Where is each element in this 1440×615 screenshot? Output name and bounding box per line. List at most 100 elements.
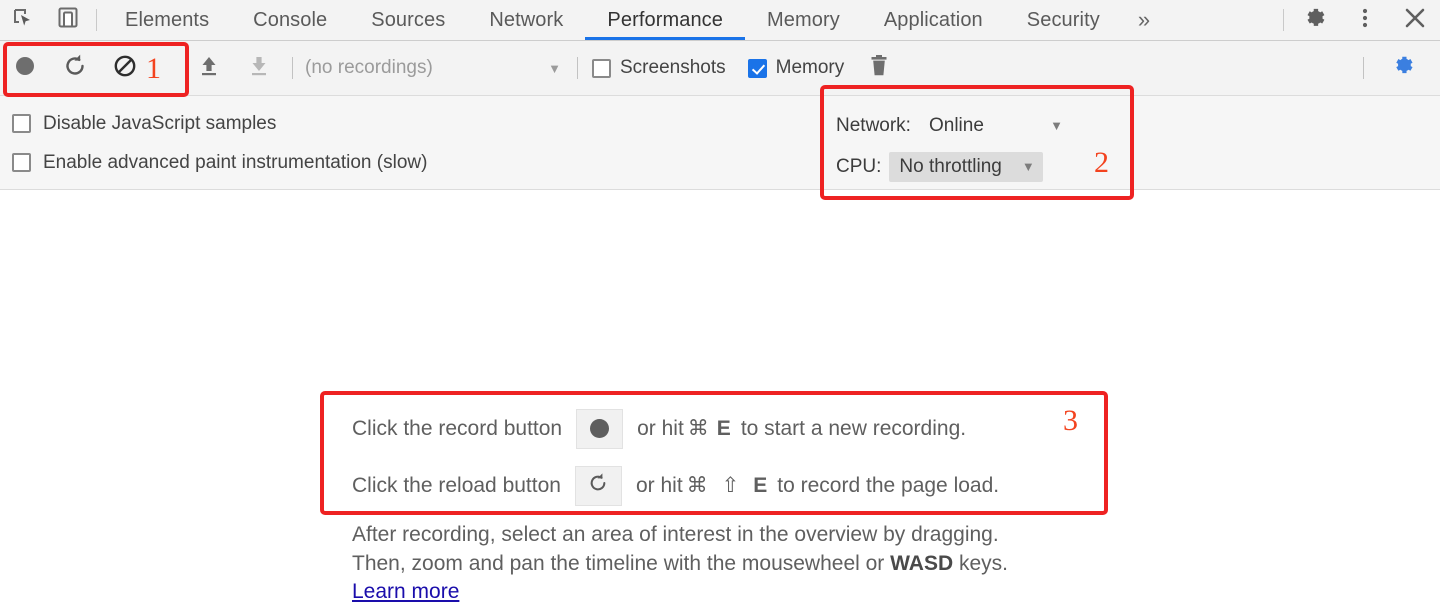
record-circle-icon [12, 53, 38, 84]
devtools-performance-panel: Elements Console Sources Network Perform… [0, 0, 1440, 615]
trash-icon [868, 54, 890, 83]
command-key-glyph: ⌘ [688, 416, 709, 441]
screenshots-checkbox[interactable] [592, 59, 611, 78]
save-profile-button[interactable] [234, 41, 284, 96]
tab-label: Console [253, 9, 327, 32]
disable-js-samples-checkbox[interactable] [12, 114, 31, 133]
recording-tips: After recording, select an area of inter… [352, 520, 1112, 604]
network-throttling-select[interactable]: Online ▼ [919, 111, 1071, 141]
tab-label: Memory [767, 9, 840, 32]
tab-label: Sources [371, 9, 445, 32]
capture-settings-pane: Disable JavaScript samples Enable advanc… [0, 96, 1440, 190]
memory-checkbox[interactable] [748, 59, 767, 78]
upload-icon [197, 54, 221, 83]
cpu-label: CPU: [836, 156, 881, 178]
capture-settings-options: Disable JavaScript samples Enable advanc… [12, 104, 427, 182]
chevron-down-icon: ▼ [1022, 159, 1035, 174]
toolbar-divider-1 [292, 57, 293, 79]
disable-js-samples-row[interactable]: Disable JavaScript samples [12, 104, 427, 143]
tip-line-1: After recording, select an area of inter… [352, 520, 1112, 549]
screenshots-checkbox-row[interactable]: Screenshots [592, 57, 726, 79]
devtools-tabbar: Elements Console Sources Network Perform… [0, 0, 1440, 41]
record-button[interactable] [0, 41, 50, 96]
tip-line-2: Then, zoom and pan the timeline with the… [352, 549, 1112, 578]
capture-settings-gear-icon [1391, 53, 1416, 83]
settings-gear-icon [1302, 5, 1328, 36]
recordings-select[interactable]: (no recordings) ▼ [301, 54, 569, 82]
annotation-number-2: 2 [1094, 146, 1109, 180]
tab-console[interactable]: Console [231, 0, 349, 40]
capture-settings-button[interactable] [1378, 41, 1428, 96]
tab-network[interactable]: Network [467, 0, 585, 40]
e-key-glyph: E [753, 474, 767, 498]
tabbar-right-actions [1279, 0, 1440, 40]
toolbar-right [1355, 41, 1440, 96]
more-options-button[interactable] [1340, 0, 1390, 40]
close-icon [1403, 6, 1427, 35]
tab-label: Elements [125, 9, 209, 32]
chevron-down-icon: ▼ [1050, 118, 1063, 133]
settings-button[interactable] [1290, 0, 1340, 40]
enable-paint-instrumentation-label: Enable advanced paint instrumentation (s… [43, 152, 427, 174]
cpu-throttling-row: CPU: No throttling ▼ [836, 146, 1071, 187]
record-instruction-post: to start a new recording. [741, 417, 966, 441]
close-devtools-button[interactable] [1390, 0, 1440, 40]
more-options-icon [1361, 6, 1369, 35]
inspect-element-button[interactable] [0, 0, 46, 40]
record-instruction-line: Click the record button or hit ⌘ E to st… [352, 400, 1112, 457]
reload-button-illustration[interactable] [575, 466, 622, 506]
clear-button[interactable] [100, 41, 150, 96]
tab-application[interactable]: Application [862, 0, 1005, 40]
load-profile-button[interactable] [184, 41, 234, 96]
reload-instruction-post: to record the page load. [777, 474, 999, 498]
tab-sources[interactable]: Sources [349, 0, 467, 40]
throttling-controls: Network: Online ▼ CPU: No throttling ▼ [836, 105, 1071, 187]
devtools-tabs: Elements Console Sources Network Perform… [103, 0, 1164, 40]
reload-instruction-pre: Click the reload button [352, 474, 561, 498]
tab-memory[interactable]: Memory [745, 0, 862, 40]
annotation-number-1: 1 [146, 52, 161, 86]
tab-security[interactable]: Security [1005, 0, 1122, 40]
cpu-throttling-select[interactable]: No throttling ▼ [889, 152, 1042, 182]
tip-line-2c: keys. [953, 552, 1008, 575]
reload-and-record-button[interactable] [50, 41, 100, 96]
more-tabs-button[interactable]: » [1122, 0, 1164, 40]
tab-elements[interactable]: Elements [103, 0, 231, 40]
tab-label: Application [884, 9, 983, 32]
download-icon [247, 54, 271, 83]
wasd-keys: WASD [890, 552, 953, 575]
tab-performance[interactable]: Performance [585, 0, 745, 40]
memory-label: Memory [776, 57, 845, 79]
tab-label: Performance [607, 9, 723, 32]
screenshots-label: Screenshots [620, 57, 726, 79]
tip-line-2a: Then, zoom and pan the timeline with the… [352, 552, 890, 575]
enable-paint-instrumentation-row[interactable]: Enable advanced paint instrumentation (s… [12, 143, 427, 182]
reload-instruction-line: Click the reload button or hit ⌘ ⇧ E to … [352, 457, 1112, 514]
disable-js-samples-label: Disable JavaScript samples [43, 113, 276, 135]
shift-key-glyph: ⇧ [722, 473, 740, 498]
command-key-glyph: ⌘ [687, 473, 708, 498]
annotation-number-3: 3 [1063, 404, 1078, 438]
e-key-glyph: E [717, 417, 731, 441]
toolbar-divider-2 [577, 57, 578, 79]
clear-prohibited-icon [112, 53, 138, 84]
reload-icon [587, 472, 609, 500]
record-instruction-mid: or hit [637, 417, 684, 441]
collect-garbage-button[interactable] [854, 41, 904, 96]
tabbar-divider [96, 9, 97, 31]
performance-toolbar: (no recordings) ▼ Screenshots Memory [0, 41, 1440, 96]
reload-instruction-mid: or hit [636, 474, 683, 498]
network-value: Online [929, 115, 984, 137]
tabbar-right-divider [1283, 9, 1284, 31]
network-throttling-row: Network: Online ▼ [836, 105, 1071, 146]
inspect-element-icon [12, 7, 34, 34]
chevron-double-right-icon: » [1138, 7, 1150, 33]
record-circle-icon [590, 419, 609, 438]
reload-icon [62, 53, 88, 84]
device-toolbar-button[interactable] [46, 0, 92, 40]
memory-checkbox-row[interactable]: Memory [748, 57, 845, 79]
record-button-illustration[interactable] [576, 409, 623, 449]
learn-more-link[interactable]: Learn more [352, 580, 459, 604]
device-toolbar-icon [57, 7, 81, 34]
enable-paint-instrumentation-checkbox[interactable] [12, 153, 31, 172]
